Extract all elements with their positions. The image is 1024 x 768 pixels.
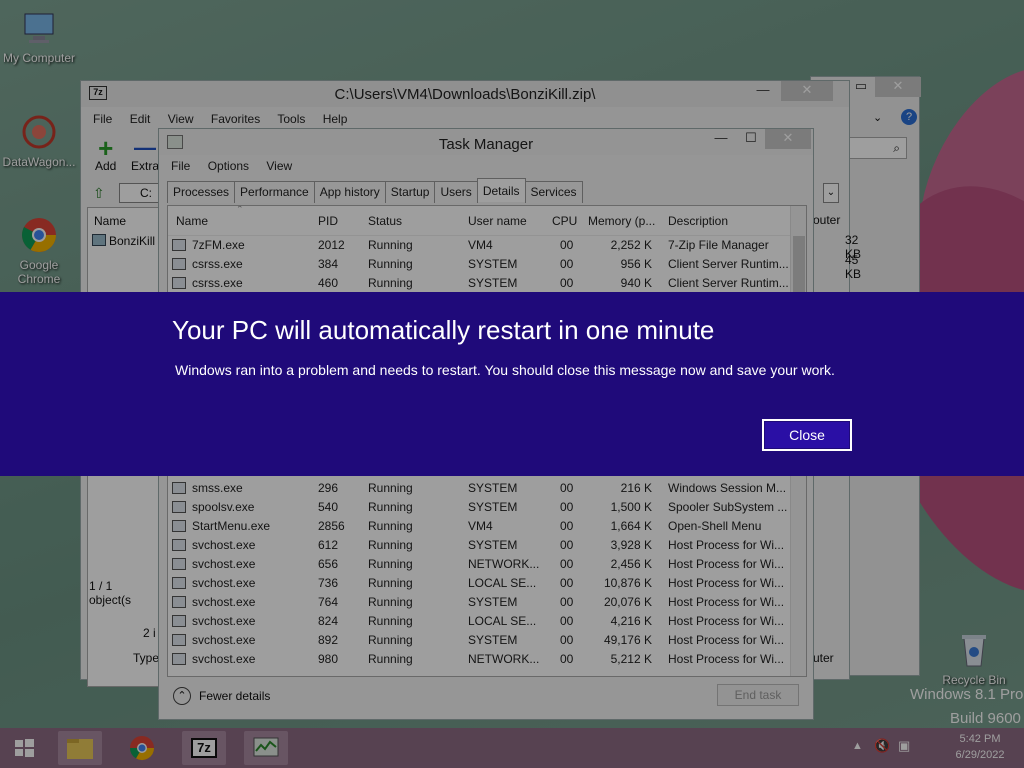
restart-title: Your PC will automatically restart in on… xyxy=(172,315,715,345)
restart-banner: Your PC will automatically restart in on… xyxy=(0,292,1024,476)
close-button[interactable]: Close xyxy=(762,419,852,451)
restart-message: Windows ran into a problem and needs to … xyxy=(175,362,835,378)
